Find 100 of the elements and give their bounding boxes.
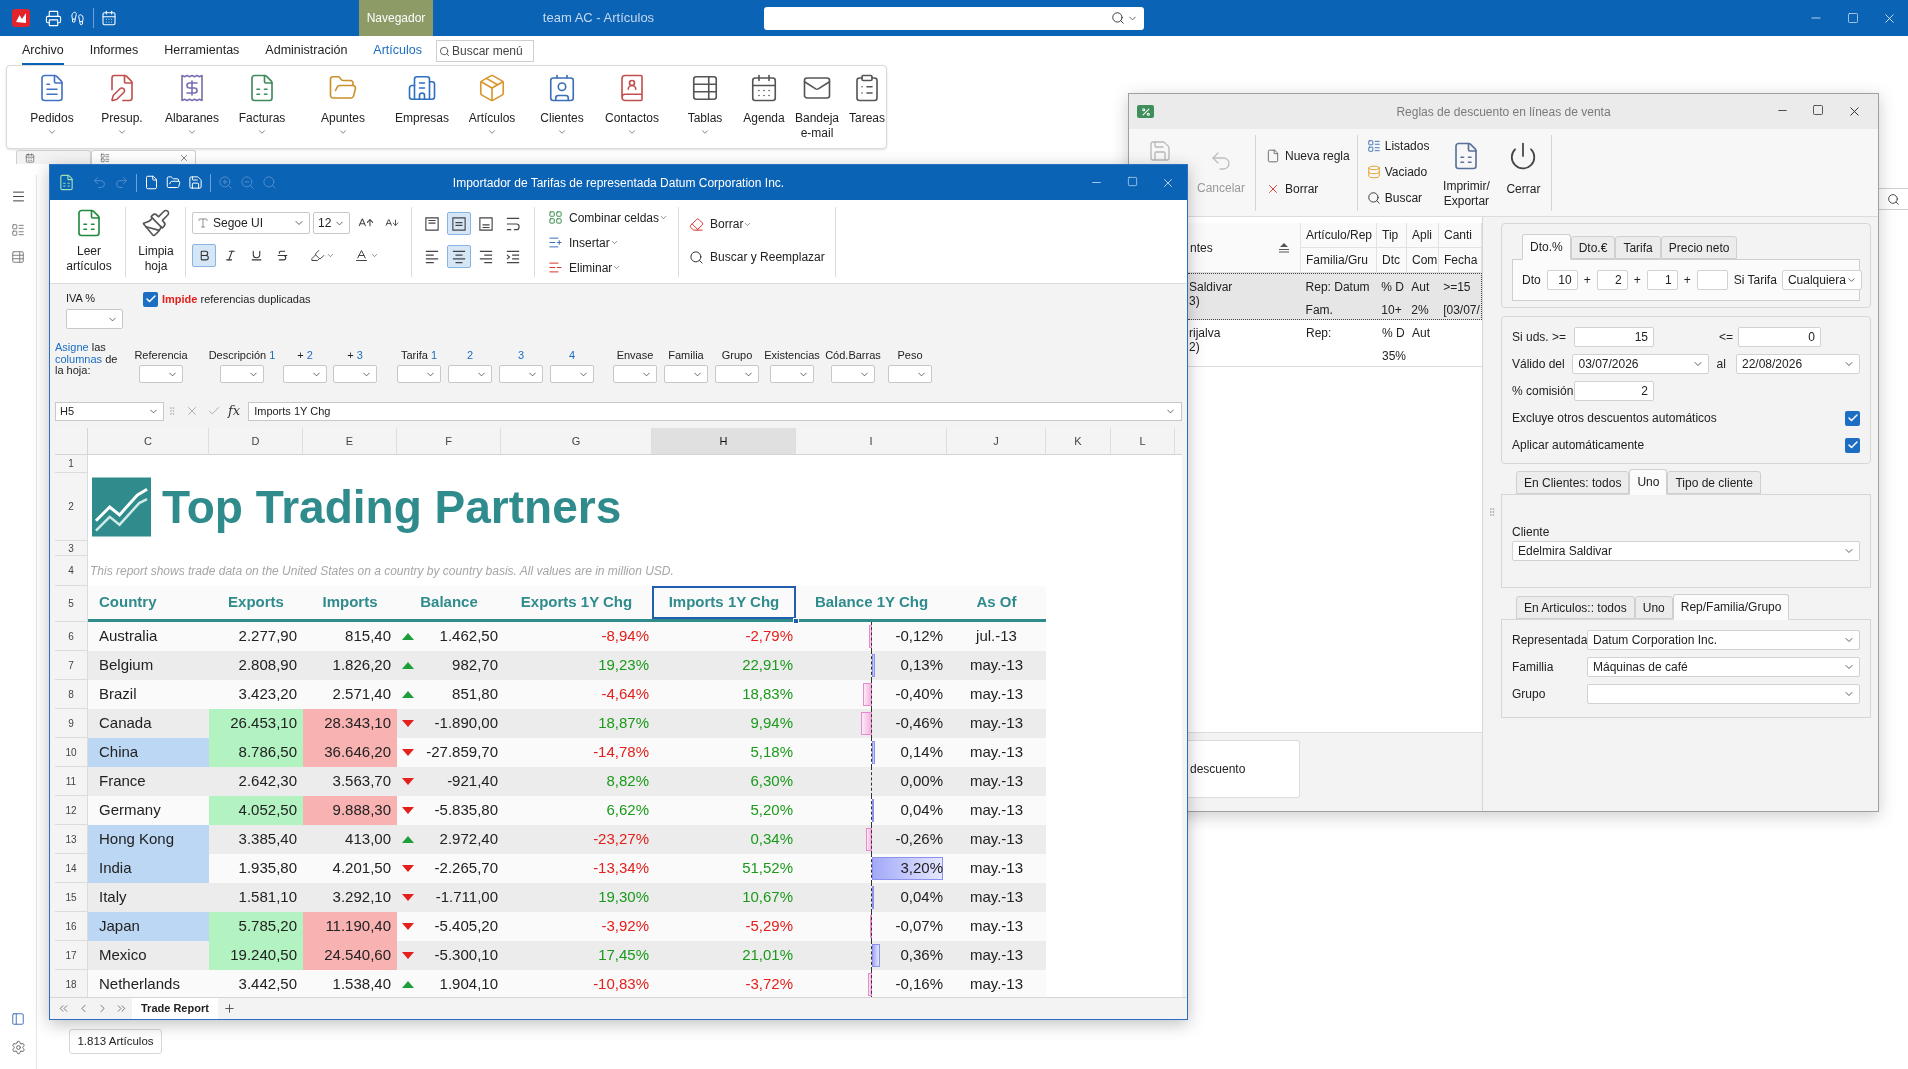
toolbar-button[interactable]: Vaciado <box>1366 163 1430 181</box>
document-tab[interactable] <box>16 150 91 164</box>
app-logo-icon[interactable] <box>12 9 30 27</box>
search-field[interactable]: Buscar menú <box>436 40 534 62</box>
menu-button[interactable]: Combinar celdas <box>548 205 669 230</box>
font-dropdown[interactable]: Segoe UI <box>192 212 310 234</box>
checkbox[interactable] <box>1845 410 1860 426</box>
input-field[interactable]: 2 <box>1574 381 1654 401</box>
dropdown[interactable]: Edelmira Saldivar <box>1512 541 1860 561</box>
dropdown[interactable]: Máquinas de café <box>1587 657 1860 677</box>
tab[interactable]: Precio neto <box>1660 236 1738 259</box>
tab[interactable]: Dto.€ <box>1570 236 1616 259</box>
row-header[interactable]: 11 <box>55 767 88 796</box>
toolbar-button[interactable] <box>192 244 216 267</box>
menu-button[interactable]: Buscar y Reemplazar <box>689 246 825 268</box>
input-field[interactable] <box>1696 270 1728 290</box>
ribbon-button[interactable]: Albaranes <box>157 66 227 148</box>
double-chevron-right-icon[interactable] <box>115 1002 128 1015</box>
sheet-tab[interactable]: Trade Report <box>132 998 218 1019</box>
row-header[interactable]: 9 <box>55 709 88 738</box>
menu-button[interactable]: Insertar <box>548 230 669 255</box>
menu-tab[interactable]: Artículos <box>373 40 422 65</box>
maximize-icon[interactable] <box>1812 104 1824 116</box>
row-header[interactable]: 12 <box>55 796 88 825</box>
search-field[interactable] <box>1878 188 1908 210</box>
column-header[interactable]: K <box>1046 428 1111 454</box>
tab[interactable]: Uno <box>1634 596 1673 619</box>
dropdown[interactable]: Datum Corporation Inc. <box>1587 630 1860 650</box>
check-icon[interactable] <box>207 404 221 418</box>
input-field[interactable]: 10 <box>1546 270 1578 290</box>
column-header[interactable]: Tip <box>1382 225 1399 244</box>
column-header[interactable]: Familia/Gru <box>1306 250 1368 269</box>
toolbar-button[interactable]: Buscar <box>1366 189 1430 207</box>
toolbar-button[interactable]: Nueva regla <box>1266 147 1350 165</box>
x-mark-icon[interactable] <box>185 404 199 418</box>
footer-button[interactable]: descuento <box>1188 740 1300 798</box>
font-size-dropdown[interactable]: 12 <box>313 212 350 234</box>
printer-icon[interactable] <box>45 9 62 27</box>
row-header[interactable]: 18 <box>55 970 88 997</box>
row-header[interactable]: 15 <box>55 883 88 912</box>
menu-icon[interactable] <box>10 189 26 204</box>
row-header[interactable]: 7 <box>55 651 88 680</box>
tab[interactable]: Dto.% <box>1522 234 1571 260</box>
column-header[interactable]: C <box>88 428 209 454</box>
toolbar-button[interactable]: Listados <box>1366 137 1430 155</box>
search-field[interactable] <box>764 6 1144 30</box>
column-header[interactable]: L <box>1111 428 1175 454</box>
plus-icon[interactable] <box>222 1002 236 1015</box>
row-header[interactable]: 3 <box>55 541 88 556</box>
row-header[interactable]: 8 <box>55 680 88 709</box>
column-header[interactable]: ntes <box>1190 238 1213 257</box>
folder-icon[interactable] <box>166 175 181 190</box>
toolbar-button[interactable]: Cerrar <box>1501 129 1546 198</box>
toolbar-button[interactable] <box>447 212 471 235</box>
ribbon-button[interactable]: Artículos <box>457 66 527 148</box>
column-header[interactable]: I <box>796 428 947 454</box>
row-header[interactable]: 4 <box>55 556 88 586</box>
column-header[interactable]: Canti <box>1444 225 1472 244</box>
row-header[interactable]: 6 <box>55 622 88 651</box>
input-field[interactable]: 2 <box>1596 270 1628 290</box>
function-button[interactable]: fx <box>228 401 241 421</box>
dropdown[interactable]: 22/08/2026 <box>1736 354 1860 374</box>
row-header[interactable]: 10 <box>55 738 88 767</box>
ribbon-button[interactable]: Empresas <box>387 66 457 148</box>
tab[interactable]: Rep/Familia/Grupo <box>1672 594 1790 620</box>
column-header[interactable]: F <box>397 428 501 454</box>
table-icon[interactable] <box>11 250 25 264</box>
menu-tab[interactable]: Administración <box>265 40 348 65</box>
row-header[interactable]: 13 <box>55 825 88 854</box>
row-header[interactable]: 14 <box>55 854 88 883</box>
font-color-icon[interactable] <box>354 248 369 263</box>
row-header[interactable]: 16 <box>55 912 88 941</box>
spreadsheet-icon[interactable] <box>58 174 75 191</box>
panel-icon[interactable] <box>11 1012 25 1026</box>
toolbar-button[interactable]: Imprimir/ Exportar <box>1435 129 1498 209</box>
menu-tab[interactable]: Herramientas <box>164 40 240 65</box>
column-header[interactable]: Com <box>1412 250 1438 269</box>
ribbon-button[interactable]: Pedidos <box>17 66 87 148</box>
ribbon-button[interactable]: Limpia hoja <box>134 200 178 274</box>
dropdown[interactable]: 03/07/2026 <box>1572 354 1710 374</box>
tab[interactable]: En Articulos:: todos <box>1516 596 1635 619</box>
save-icon[interactable] <box>188 175 203 190</box>
ribbon-button[interactable]: Contactos <box>597 66 667 148</box>
name-box[interactable]: H5 <box>55 401 164 421</box>
column-header[interactable]: H <box>652 428 796 454</box>
highlighter-icon[interactable] <box>310 248 325 263</box>
list-icon[interactable] <box>11 223 25 237</box>
menu-button[interactable]: Borrar <box>689 213 825 235</box>
menu-tab[interactable]: Informes <box>89 40 139 65</box>
menu-button[interactable]: Eliminar <box>548 255 669 280</box>
ribbon-button[interactable]: Tablas <box>677 66 733 148</box>
settings-icon[interactable] <box>10 1040 26 1055</box>
ribbon-button[interactable]: Apuntes <box>313 66 373 148</box>
footprints-icon[interactable] <box>70 10 85 26</box>
tab[interactable]: Tarifa <box>1615 236 1661 259</box>
row-header[interactable]: 17 <box>55 941 88 970</box>
file-icon[interactable] <box>144 175 159 190</box>
column-header[interactable]: Fecha <box>1444 250 1478 269</box>
double-chevron-left-icon[interactable] <box>57 1002 70 1015</box>
checkbox[interactable] <box>1845 437 1860 453</box>
